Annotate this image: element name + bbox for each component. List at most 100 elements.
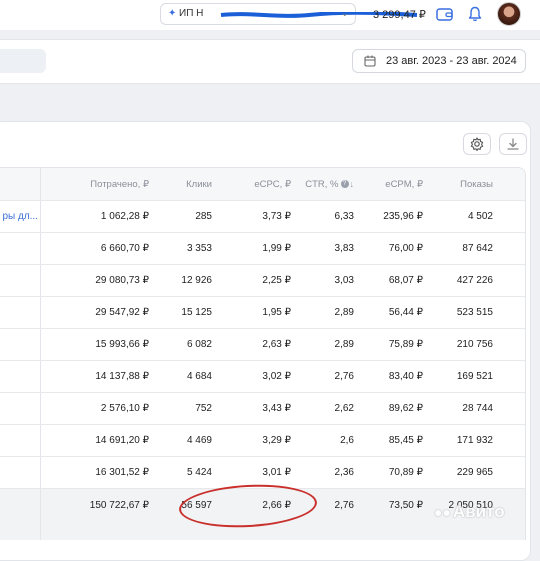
- cell-ecpm: 76,00 ₽: [388, 243, 423, 254]
- table-row[interactable]: ры дл... 1 062,28 ₽ 285 3,73 ₽ 6,33 235,96 ₽ 4…: [0, 201, 525, 233]
- cell-clicks: 15 125: [181, 307, 212, 318]
- cell-spent: 29 547,92 ₽: [95, 307, 149, 318]
- top-bar: ✦ ИП Н ⌄ 3 299,47 ₽: [0, 0, 540, 30]
- row-name-link[interactable]: [0, 425, 38, 456]
- cell-ctr: 2,89: [334, 339, 354, 350]
- table-row[interactable]: 15 993,66 ₽ 6 082 2,63 ₽ 2,89 75,89 ₽ 210 756: [0, 329, 525, 361]
- row-name-link[interactable]: [0, 233, 38, 264]
- total-ecpm: 73,50 ₽: [388, 500, 423, 511]
- cell-ecpm: 68,07 ₽: [388, 275, 423, 286]
- cell-spent: 29 080,73 ₽: [95, 275, 149, 286]
- cell-ecpc: 3,43 ₽: [262, 403, 291, 414]
- watermark: ●● Авито: [434, 502, 505, 521]
- cell-ctr: 2,76: [334, 371, 354, 382]
- date-range-text: 23 авг. 2023 - 23 авг. 2024: [386, 55, 517, 67]
- row-name-link[interactable]: [0, 265, 38, 296]
- cell-shows: 210 756: [456, 339, 493, 350]
- settings-button[interactable]: [463, 133, 491, 155]
- cell-spent: 14 137,88 ₽: [95, 371, 149, 382]
- sparkle-icon: ✦: [168, 8, 177, 19]
- cell-clicks: 6 082: [186, 339, 212, 350]
- cell-ecpm: 89,62 ₽: [388, 403, 423, 414]
- cell-ctr: 2,89: [334, 307, 354, 318]
- column-header-ctr[interactable]: CTR, %? ↓: [291, 168, 354, 200]
- cell-clicks: 752: [195, 403, 212, 414]
- cell-ctr: 6,33: [334, 211, 354, 222]
- cell-ecpm: 75,89 ₽: [388, 339, 423, 350]
- info-icon[interactable]: ?: [340, 180, 349, 189]
- cell-spent: 2 576,10 ₽: [100, 403, 149, 414]
- cell-ecpm: 70,89 ₽: [388, 467, 423, 478]
- cell-ecpc: 1,99 ₽: [262, 243, 291, 254]
- total-ecpc: 2,66 ₽: [262, 500, 291, 511]
- cell-ctr: 3,83: [334, 243, 354, 254]
- calendar-icon: [364, 55, 376, 67]
- cell-shows: 28 744: [462, 403, 493, 414]
- download-button[interactable]: [499, 133, 527, 155]
- cell-ecpc: 3,29 ₽: [262, 435, 291, 446]
- cell-ecpm: 85,45 ₽: [388, 435, 423, 446]
- row-name-link[interactable]: [0, 329, 38, 360]
- download-icon: [507, 138, 519, 150]
- row-name-link[interactable]: [0, 457, 38, 488]
- cell-spent: 6 660,70 ₽: [100, 243, 149, 254]
- date-range-picker[interactable]: 23 авг. 2023 - 23 авг. 2024: [352, 49, 526, 73]
- row-name-link[interactable]: [0, 297, 38, 328]
- table-row[interactable]: 29 547,92 ₽ 15 125 1,95 ₽ 2,89 56,44 ₽ 523 51…: [0, 297, 525, 329]
- cell-ctr: 2,36: [334, 467, 354, 478]
- column-header-ecpc[interactable]: eCPC, ₽: [212, 168, 291, 200]
- gear-icon: [470, 137, 484, 151]
- table-row[interactable]: 14 137,88 ₽ 4 684 3,02 ₽ 2,76 83,40 ₽ 169 521: [0, 361, 525, 393]
- table-row[interactable]: 2 576,10 ₽ 752 3,43 ₽ 2,62 89,62 ₽ 28 744: [0, 393, 525, 425]
- cell-clicks: 5 424: [186, 467, 212, 478]
- filter-pill[interactable]: [0, 49, 46, 73]
- balance: 3 299,47 ₽: [373, 9, 426, 21]
- total-clicks: 56 597: [181, 500, 212, 511]
- cell-spent: 16 301,52 ₽: [95, 467, 149, 478]
- cell-shows: 169 521: [456, 371, 493, 382]
- cell-clicks: 3 353: [186, 243, 212, 254]
- row-name-link[interactable]: [0, 361, 38, 392]
- total-ctr: 2,76: [334, 500, 354, 511]
- cell-ecpm: 56,44 ₽: [388, 307, 423, 318]
- cell-shows: 427 226: [456, 275, 493, 286]
- column-header-clicks[interactable]: Клики: [149, 168, 212, 200]
- column-header-ecpm[interactable]: eCPM, ₽: [354, 168, 423, 200]
- table-row[interactable]: 6 660,70 ₽ 3 353 1,99 ₽ 3,83 76,00 ₽ 87 642: [0, 233, 525, 265]
- cell-ecpm: 83,40 ₽: [388, 371, 423, 382]
- table-row[interactable]: 29 080,73 ₽ 12 926 2,25 ₽ 3,03 68,07 ₽ 427 22…: [0, 265, 525, 297]
- cell-ecpc: 3,02 ₽: [262, 371, 291, 382]
- cell-ctr: 2,6: [340, 435, 354, 446]
- cell-shows: 523 515: [456, 307, 493, 318]
- cell-ecpm: 235,96 ₽: [383, 211, 423, 222]
- table-row[interactable]: 16 301,52 ₽ 5 424 3,01 ₽ 2,36 70,89 ₽ 229 965: [0, 457, 525, 489]
- cell-ctr: 2,62: [334, 403, 354, 414]
- cell-ecpc: 3,73 ₽: [262, 211, 291, 222]
- cell-spent: 14 691,20 ₽: [95, 435, 149, 446]
- cell-shows: 4 502: [467, 211, 493, 222]
- table-header: Потрачено, ₽ Клики eCPC, ₽ CTR, %? ↓ eCPM…: [0, 168, 525, 201]
- watermark-text: Авито: [452, 502, 505, 521]
- filter-bar: 23 авг. 2023 - 23 авг. 2024: [0, 39, 540, 84]
- cell-clicks: 12 926: [181, 275, 212, 286]
- column-header-shows[interactable]: Показы: [423, 168, 493, 200]
- row-name-link[interactable]: [0, 393, 38, 424]
- account-name: ИП Н: [179, 8, 204, 19]
- wallet-icon[interactable]: [436, 7, 453, 22]
- stats-table: Потрачено, ₽ Клики eCPC, ₽ CTR, %? ↓ eCPM…: [0, 167, 526, 540]
- cell-shows: 87 642: [462, 243, 493, 254]
- table-row[interactable]: 14 691,20 ₽ 4 469 3,29 ₽ 2,6 85,45 ₽ 171 932: [0, 425, 525, 457]
- bell-icon[interactable]: [468, 6, 482, 22]
- column-header-spent[interactable]: Потрачено, ₽: [41, 168, 149, 200]
- cell-ecpc: 1,95 ₽: [262, 307, 291, 318]
- avatar[interactable]: [497, 2, 521, 26]
- cell-clicks: 4 684: [186, 371, 212, 382]
- account-selector[interactable]: ✦ ИП Н ⌄: [160, 3, 418, 25]
- cell-ecpc: 3,01 ₽: [262, 467, 291, 478]
- row-name-link[interactable]: ры дл...: [0, 201, 38, 232]
- cell-clicks: 4 469: [186, 435, 212, 446]
- cell-shows: 171 932: [456, 435, 493, 446]
- total-spent: 150 722,67 ₽: [89, 500, 149, 511]
- cell-ecpc: 2,25 ₽: [262, 275, 291, 286]
- cell-ecpc: 2,63 ₽: [262, 339, 291, 350]
